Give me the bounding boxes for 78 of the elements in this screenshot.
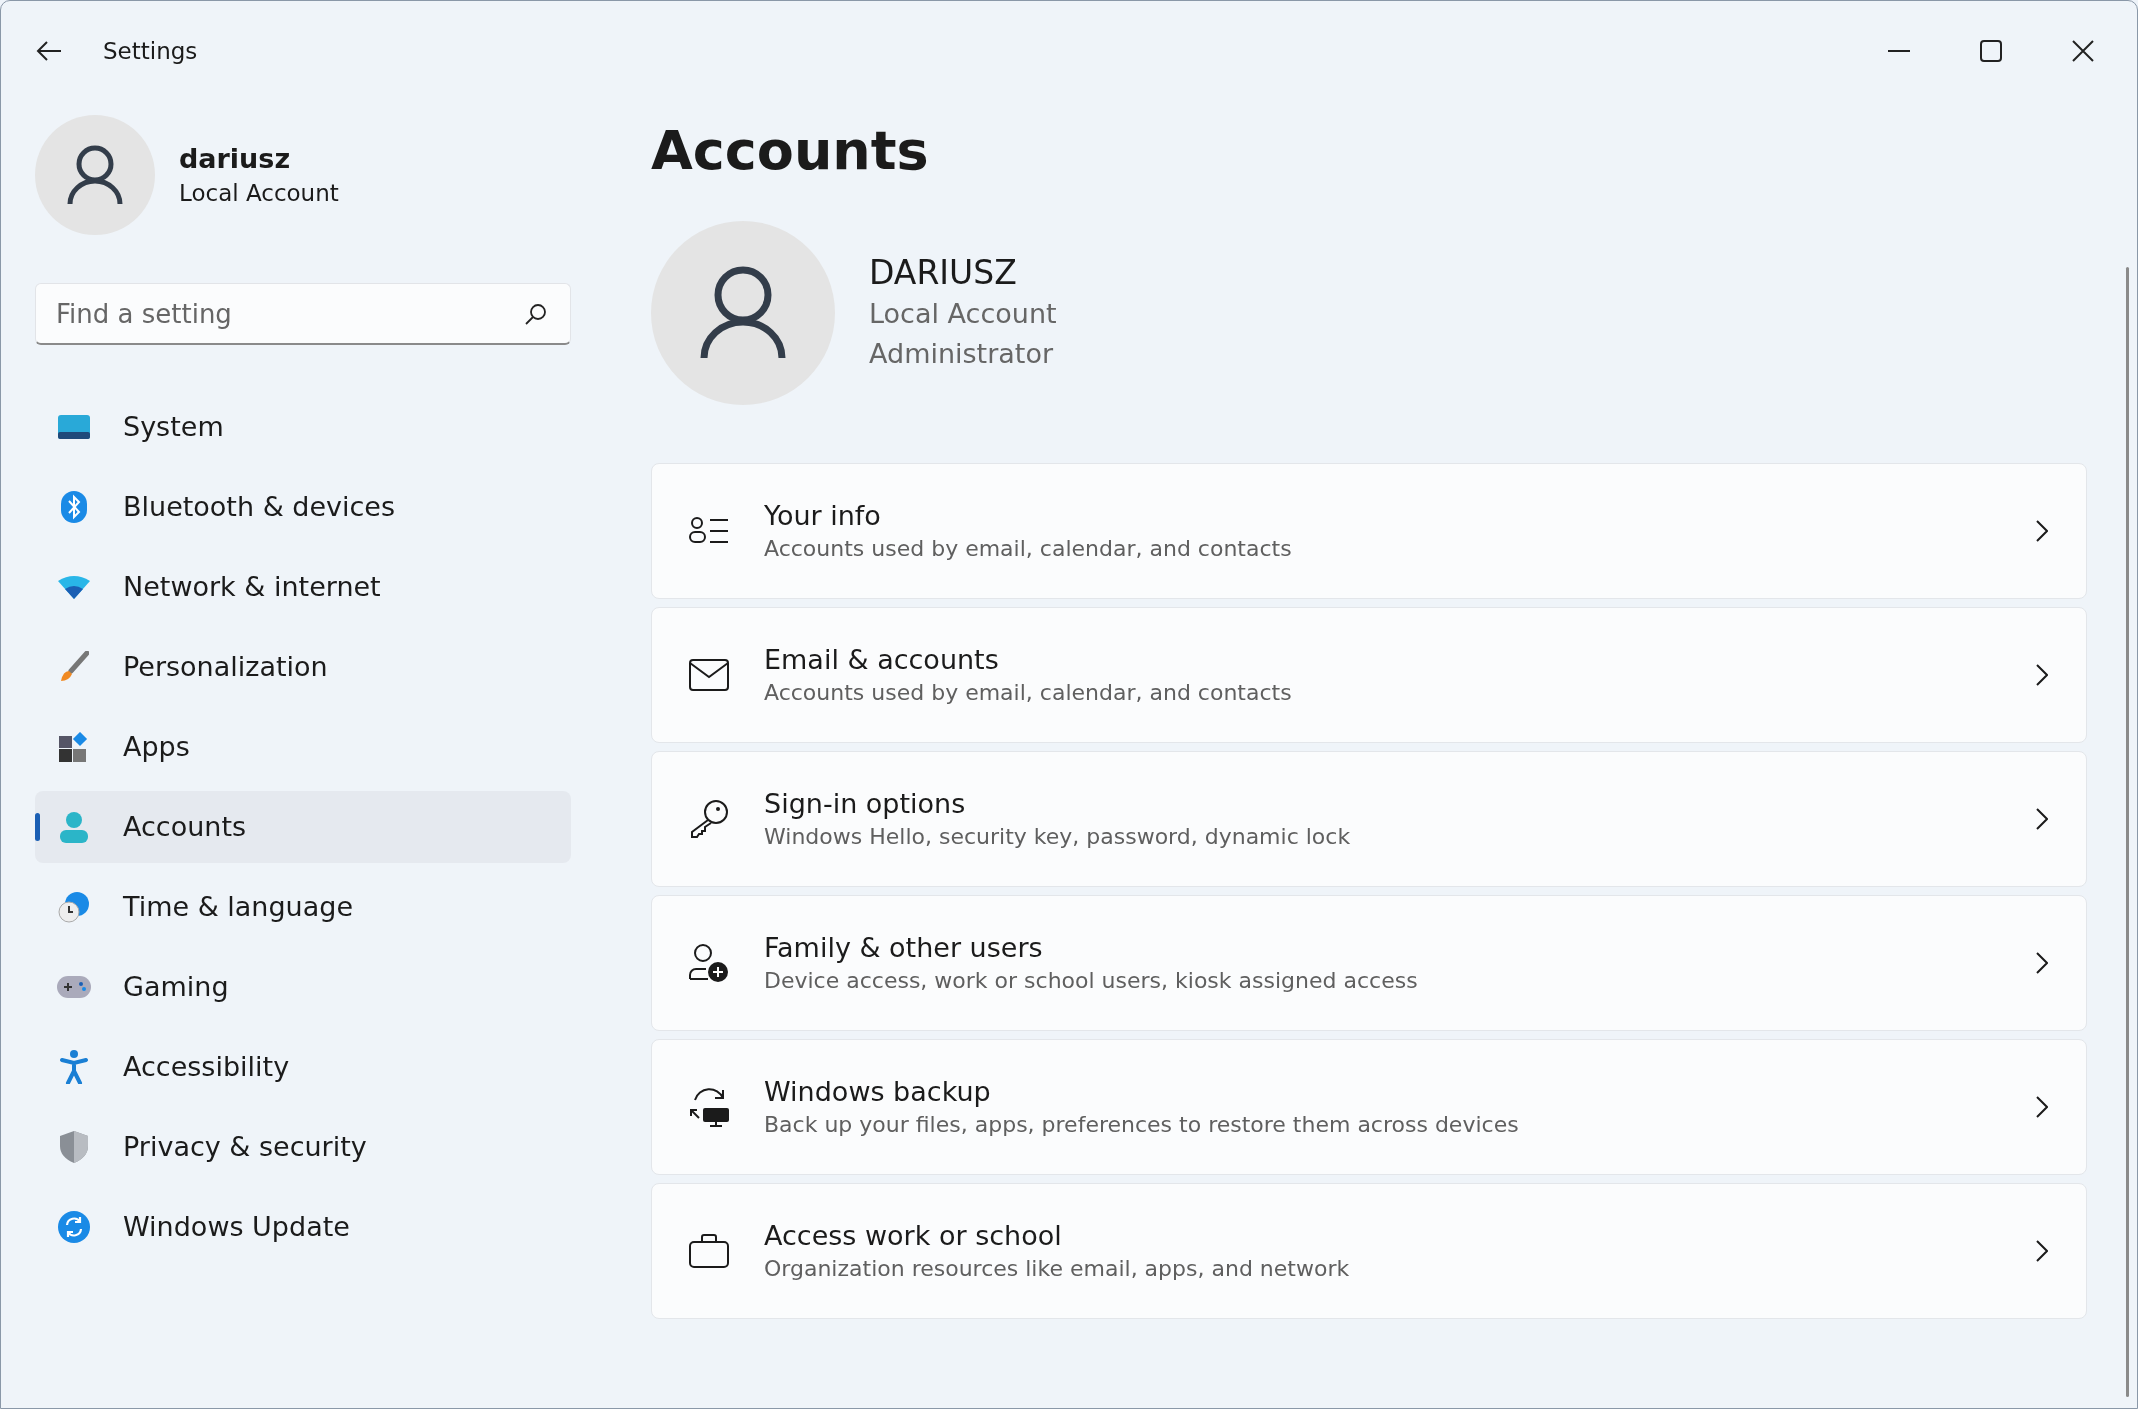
profile-name: DARIUSZ [869,252,1018,294]
settings-card[interactable]: Access work or school Organization resources like email, apps, and network [651,1183,2087,1319]
scrollbar[interactable] [2126,267,2129,1397]
settings-card[interactable]: Family & other users Device access, work or school users, kiosk assigned access [651,895,2087,1031]
paintbrush-icon [59,651,89,683]
minimize-icon [1888,49,1910,53]
settings-card[interactable]: Sign-in options Windows Hello, security key, password, dynamic lock [651,751,2087,887]
card-title: Family & other users [764,931,1044,965]
card-subtitle: Accounts used by email, calendar, and contacts [764,535,1293,563]
shield-icon [60,1131,88,1163]
card-subtitle: Device access, work or school users, kiosk assigned access [764,967,1419,995]
search-icon [525,303,547,325]
nav-label: Time & language [123,889,353,924]
accessibility-person-icon [60,1050,88,1084]
gamepad-icon [57,976,91,998]
profile-detail: Administrator [869,337,1055,371]
account-type: Local Account [179,179,339,208]
briefcase-icon [689,1234,729,1268]
nav-item[interactable]: Accounts [35,791,571,863]
nav-item[interactable]: Apps [35,711,571,783]
page-title: Accounts [651,121,930,181]
nav-item[interactable]: Privacy & security [35,1111,571,1183]
nav-label: Network & internet [123,569,381,604]
globe-clock-icon [58,891,90,923]
sync-icon [58,1211,90,1243]
search-field[interactable]: Find a setting [35,283,571,345]
card-title: Sign-in options [764,787,967,821]
card-title: Access work or school [764,1219,1063,1253]
wifi-icon [58,575,90,599]
nav-item[interactable]: System [35,391,571,463]
chevron-right-icon [2036,808,2048,830]
card-subtitle: Windows Hello, security key, password, dynamic lock [764,823,1352,851]
nav-label: Apps [123,729,190,764]
nav-item[interactable]: Gaming [35,951,571,1023]
nav-item[interactable]: Windows Update [35,1191,571,1263]
nav-label: Windows Update [123,1209,350,1244]
maximize-icon [1980,40,2002,62]
chevron-right-icon [2036,520,2048,542]
card-title: Email & accounts [764,643,1000,677]
card-subtitle: Accounts used by email, calendar, and contacts [764,679,1293,707]
back-arrow-icon[interactable] [35,39,63,63]
card-subtitle: Back up your files, apps, preferences to restore them across devices [764,1111,1520,1139]
apps-icon [59,732,89,762]
nav-item[interactable]: Bluetooth & devices [35,471,571,543]
card-title: Windows backup [764,1075,992,1109]
nav-label: Privacy & security [123,1129,367,1164]
envelope-icon [689,659,729,691]
card-subtitle: Organization resources like email, apps, and network [764,1255,1351,1283]
nav-label: Bluetooth & devices [123,489,396,524]
settings-card[interactable]: Your info Accounts used by email, calendar, and contacts [651,463,2087,599]
nav-item[interactable]: Time & language [35,871,571,943]
contact-list-icon [689,516,729,546]
nav-item[interactable]: Accessibility [35,1031,571,1103]
nav-label: Personalization [123,649,328,684]
window-title: Settings [103,36,198,66]
nav-label: Accessibility [123,1049,290,1084]
chevron-right-icon [2036,664,2048,686]
selection-indicator [35,813,40,841]
nav-label: System [123,409,224,444]
chevron-right-icon [2036,1096,2048,1118]
key-icon [689,799,729,839]
settings-card[interactable]: Windows backup Back up your files, apps, preferences to restore them across devices [651,1039,2087,1175]
card-title: Your info [764,499,882,533]
person-icon [60,811,88,843]
profile-detail: Local Account [869,297,1057,331]
person-add-icon [688,943,730,983]
chevron-right-icon [2036,1240,2048,1262]
nav-label: Accounts [123,809,247,844]
close-icon [2072,40,2094,62]
user-name: dariusz [179,142,292,176]
nav-item[interactable]: Network & internet [35,551,571,623]
bluetooth-icon [61,491,87,523]
backup-monitor-icon [687,1086,731,1128]
nav-label: Gaming [123,969,229,1004]
system-icon [58,415,90,439]
chevron-right-icon [2036,952,2048,974]
settings-card[interactable]: Email & accounts Accounts used by email, calendar, and contacts [651,607,2087,743]
nav-item[interactable]: Personalization [35,631,571,703]
